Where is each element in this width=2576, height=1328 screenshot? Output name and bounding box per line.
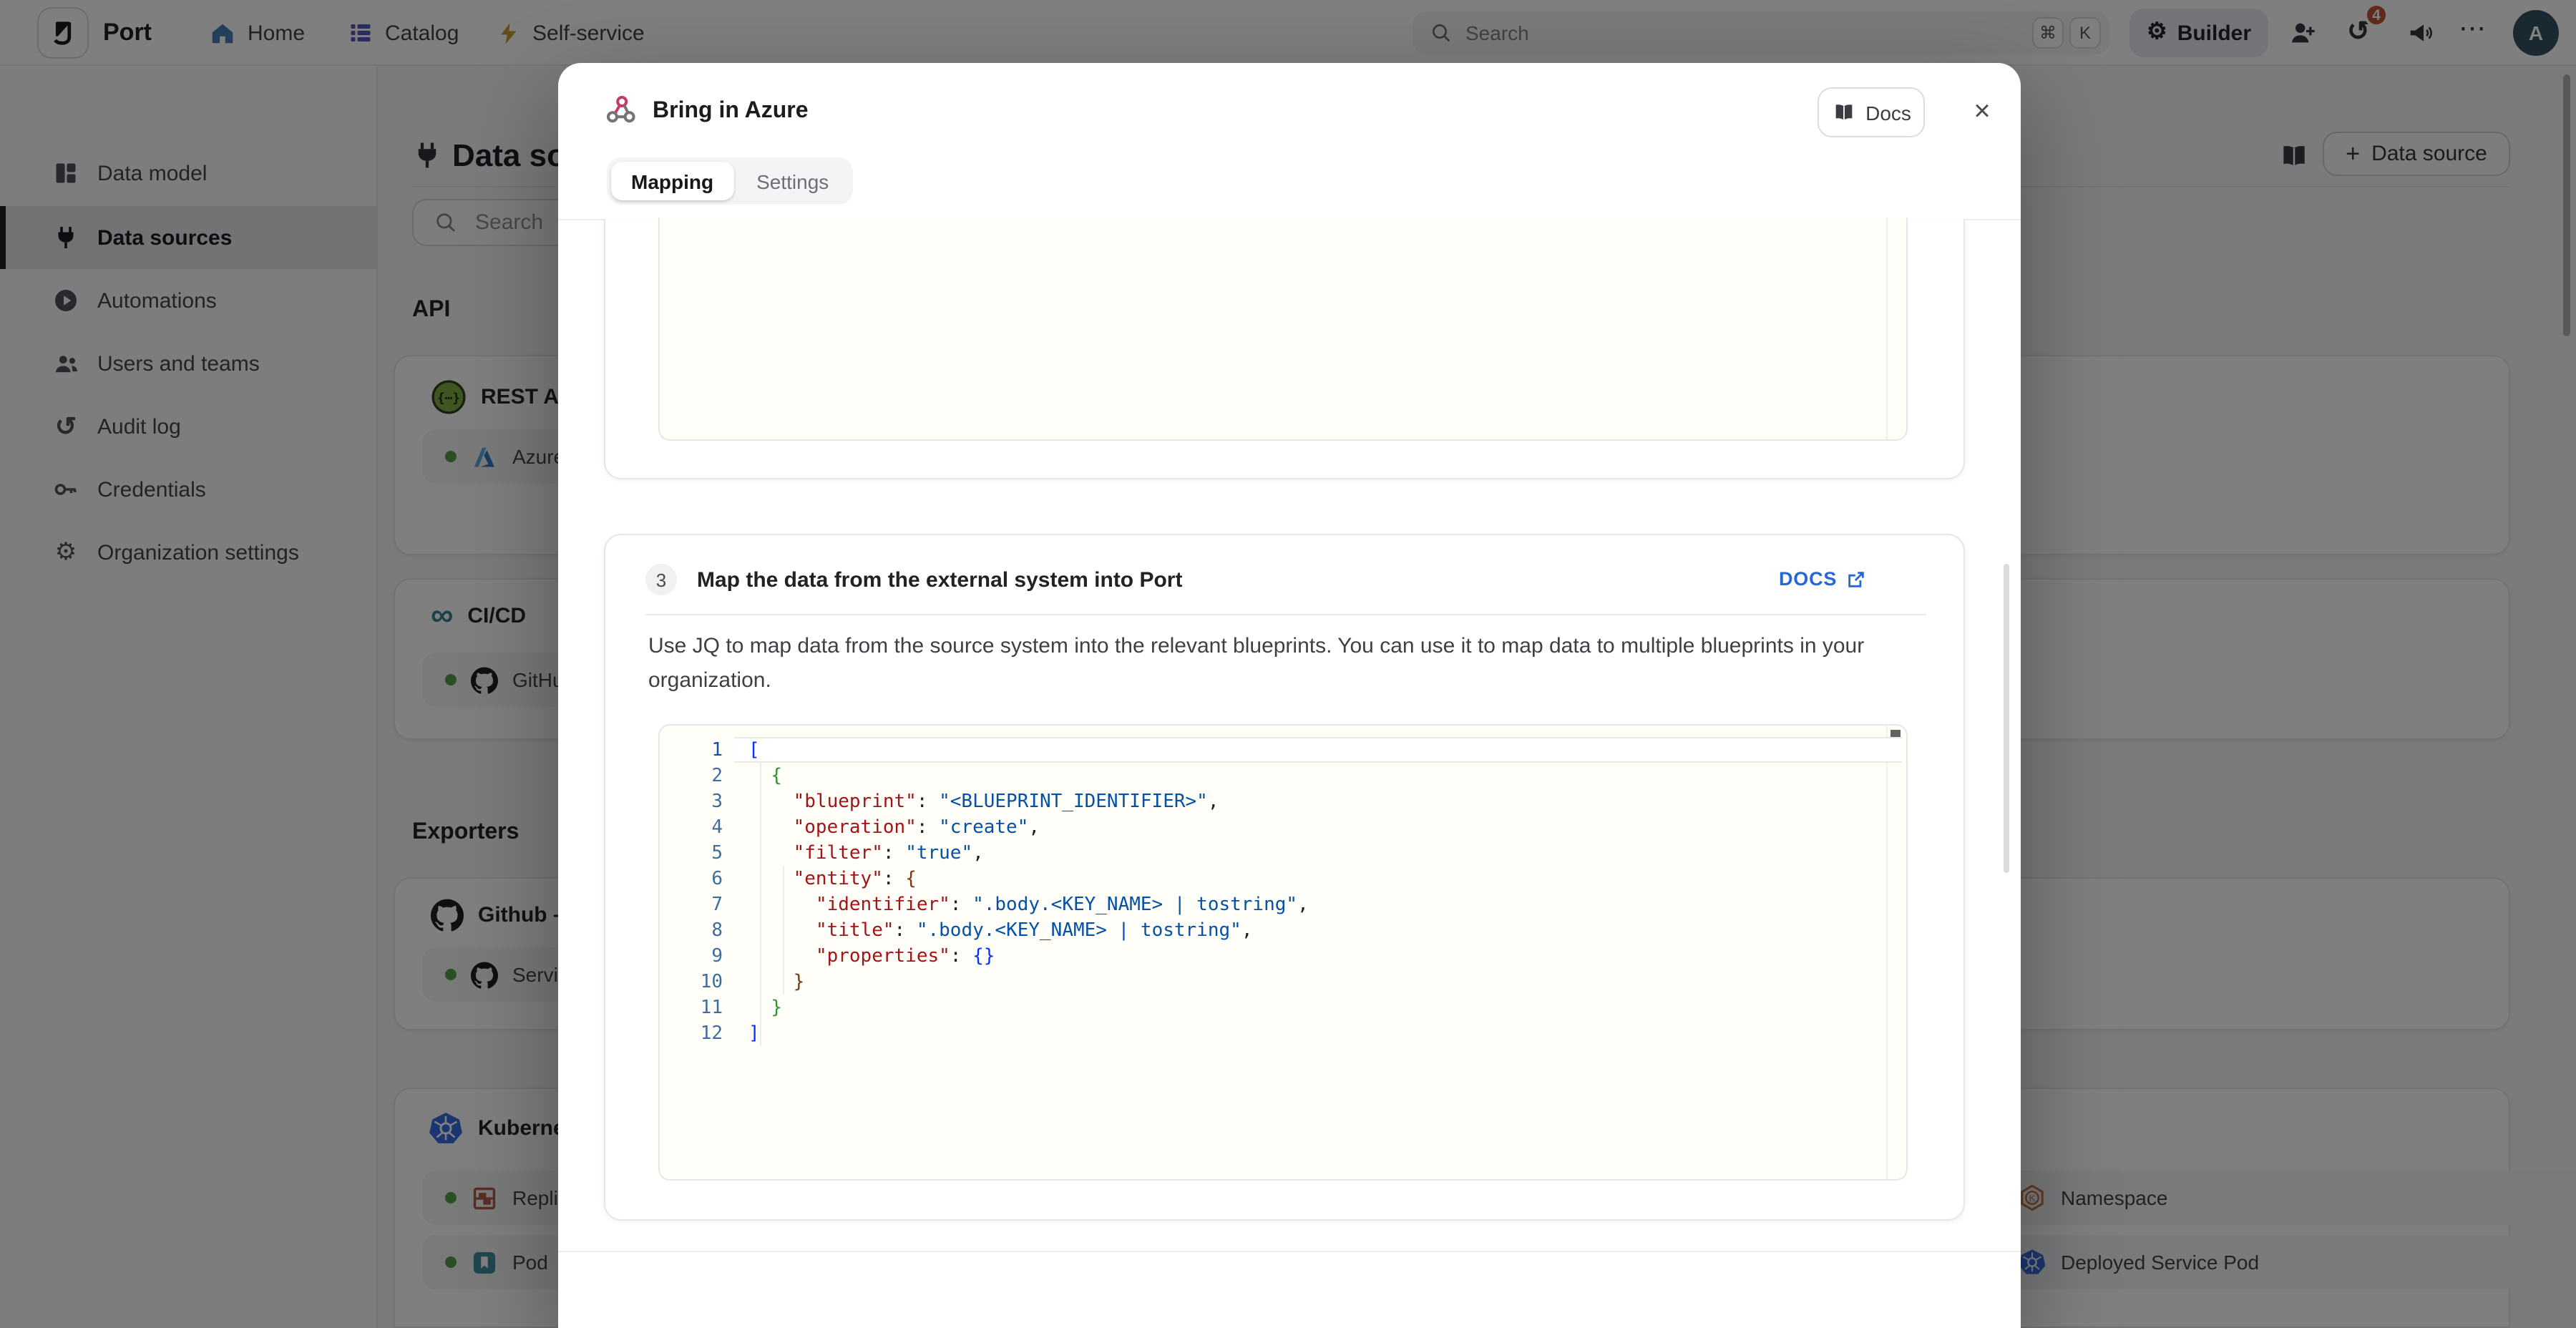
code-editor-empty[interactable] — [658, 218, 1908, 441]
code-line[interactable]: 9 "properties": {} — [660, 943, 1908, 969]
app-stage: Port Home Catalog Self-service Search ⌘ … — [0, 0, 2576, 1328]
code-text: "properties": {} — [723, 945, 995, 967]
page-scrollbar[interactable] — [2563, 74, 2570, 336]
line-number: 4 — [660, 816, 723, 838]
line-number: 11 — [660, 997, 723, 1018]
docs-link-label: DOCS — [1779, 568, 1837, 590]
step-card-mapping: 3 Map the data from the external system … — [604, 534, 1965, 1221]
bring-in-azure-modal: Bring in Azure Docs × Mapping Settings 3… — [558, 63, 2021, 1328]
code-text: } — [723, 971, 804, 992]
code-line[interactable]: 7 "identifier": ".body.<KEY_NAME> | tost… — [660, 892, 1908, 917]
webhook-icon — [604, 93, 638, 127]
code-line[interactable]: 8 "title": ".body.<KEY_NAME> | tostring"… — [660, 917, 1908, 943]
tab-settings[interactable]: Settings — [736, 162, 849, 200]
docs-button-label: Docs — [1865, 101, 1911, 124]
code-text: { — [723, 765, 782, 786]
modal-docs-button[interactable]: Docs — [1818, 87, 1925, 137]
editor-overview-ruler — [1886, 218, 1888, 439]
jq-mapping-code-editor[interactable]: 1[2 {3 "blueprint": "<BLUEPRINT_IDENTIFI… — [658, 724, 1908, 1181]
code-text: ] — [723, 1022, 760, 1044]
step-title: Map the data from the external system in… — [697, 568, 1183, 592]
code-line[interactable]: 1[ — [660, 737, 1908, 763]
code-line[interactable]: 12] — [660, 1020, 1908, 1046]
screenshot-viewport: Port Home Catalog Self-service Search ⌘ … — [0, 0, 2576, 1328]
modal-tabs: Mapping Settings — [607, 157, 853, 205]
code-line[interactable]: 3 "blueprint": "<BLUEPRINT_IDENTIFIER>", — [660, 788, 1908, 814]
book-icon — [1831, 100, 1855, 125]
tab-mapping[interactable]: Mapping — [611, 162, 733, 200]
code-text: } — [723, 997, 782, 1018]
step-docs-link[interactable]: DOCS — [1779, 568, 1865, 590]
code-line[interactable]: 2 { — [660, 763, 1908, 788]
code-text: "title": ".body.<KEY_NAME> | tostring", — [723, 919, 1252, 941]
modal-scrollbar[interactable] — [2004, 564, 2009, 873]
active-line-highlight — [734, 737, 1902, 763]
line-number: 8 — [660, 919, 723, 941]
close-icon[interactable]: × — [1966, 87, 1998, 137]
line-number: 1 — [660, 739, 723, 761]
code-line[interactable]: 10 } — [660, 969, 1908, 995]
code-text: "filter": "true", — [723, 842, 984, 864]
code-text: "operation": "create", — [723, 816, 1040, 838]
line-number: 5 — [660, 842, 723, 864]
code-line[interactable]: 5 "filter": "true", — [660, 840, 1908, 866]
line-number: 12 — [660, 1022, 723, 1044]
code-text: [ — [723, 739, 760, 761]
code-line[interactable]: 6 "entity": { — [660, 866, 1908, 892]
step-header-divider — [645, 614, 1926, 615]
step-card-partial — [604, 219, 1965, 479]
line-number: 3 — [660, 791, 723, 812]
code-text: "blueprint": "<BLUEPRINT_IDENTIFIER>", — [723, 791, 1219, 812]
code-text: "entity": { — [723, 868, 917, 889]
code-line[interactable]: 4 "operation": "create", — [660, 814, 1908, 840]
line-number: 9 — [660, 945, 723, 967]
line-number: 10 — [660, 971, 723, 992]
line-number: 6 — [660, 868, 723, 889]
external-link-icon — [1845, 569, 1865, 589]
code-lines: 1[2 {3 "blueprint": "<BLUEPRINT_IDENTIFI… — [660, 737, 1908, 1046]
step-number-badge: 3 — [645, 564, 677, 595]
step-description: Use JQ to map data from the source syste… — [648, 630, 1951, 698]
modal-title: Bring in Azure — [653, 99, 809, 125]
code-line[interactable]: 11 } — [660, 995, 1908, 1020]
line-number: 2 — [660, 765, 723, 786]
modal-footer-divider — [558, 1251, 2021, 1252]
code-text: "identifier": ".body.<KEY_NAME> | tostri… — [723, 894, 1309, 915]
line-number: 7 — [660, 894, 723, 915]
